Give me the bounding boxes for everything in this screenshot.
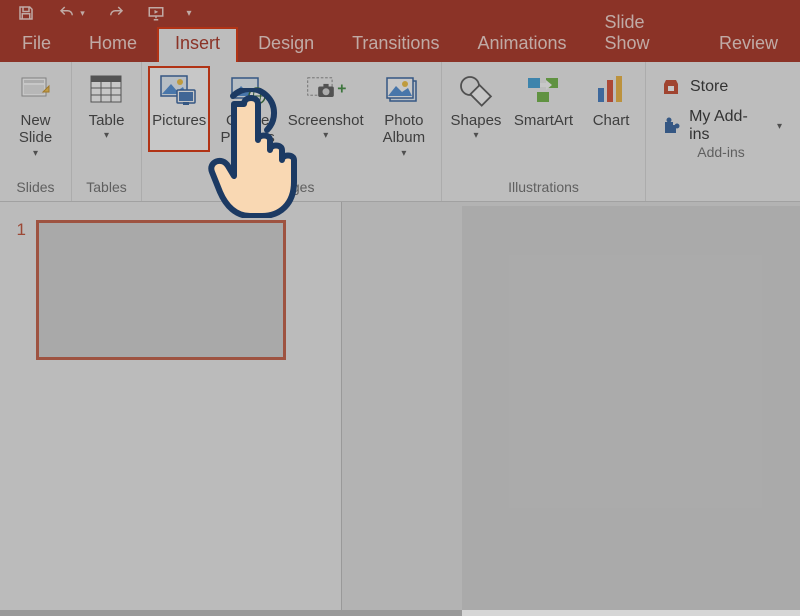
- screenshot-icon: +: [306, 70, 346, 110]
- my-addins-button[interactable]: My Add-ins ▾: [660, 108, 782, 144]
- dropdown-arrow-icon: ▾: [33, 148, 38, 160]
- group-label: Add-ins: [652, 144, 790, 166]
- button-label: My Add-ins: [689, 108, 765, 144]
- pictures-button[interactable]: Pictures: [148, 66, 210, 152]
- tab-label: Transitions: [352, 33, 439, 53]
- button-label: Store: [690, 78, 728, 96]
- group-label: Slides: [6, 179, 65, 201]
- undo-button[interactable]: ▾: [48, 1, 94, 25]
- group-label: Illustrations: [448, 179, 639, 201]
- store-button[interactable]: Store: [660, 76, 782, 98]
- addins-icon: [660, 115, 681, 137]
- group-images: Pictures OnlinePictures▾: [142, 62, 442, 201]
- pictures-icon: [159, 70, 199, 110]
- smartart-icon: [524, 70, 564, 110]
- table-icon: [87, 70, 127, 110]
- shapes-icon: [456, 70, 496, 110]
- group-addins: Store My Add-ins ▾ Add-ins: [646, 62, 796, 201]
- button-label: Shapes: [451, 112, 502, 129]
- ribbon: New Slide▾ Slides Table▾: [0, 62, 800, 202]
- slide-number: 1: [12, 220, 26, 240]
- tab-label: Review: [719, 33, 778, 53]
- button-label: Chart: [593, 112, 630, 129]
- dropdown-arrow-icon: ▾: [323, 130, 328, 142]
- tab-insert[interactable]: Insert: [157, 27, 238, 62]
- tab-label: Design: [258, 33, 314, 53]
- slide-editor-pane[interactable]: [342, 202, 800, 610]
- tab-file[interactable]: File: [4, 27, 69, 62]
- tab-transitions[interactable]: Transitions: [334, 27, 457, 62]
- dropdown-arrow-icon: ▾: [777, 121, 782, 132]
- tab-slideshow[interactable]: Slide Show: [587, 6, 699, 62]
- photo-album-icon: [384, 70, 424, 110]
- tab-label: Home: [89, 33, 137, 53]
- new-slide-icon: [16, 70, 56, 110]
- button-label: PhotoAlbum: [383, 112, 426, 147]
- workspace: 1: [0, 202, 800, 610]
- dropdown-arrow-icon: ▾: [80, 8, 85, 19]
- new-slide-button[interactable]: New Slide▾: [6, 66, 65, 159]
- button-label: New Slide: [6, 112, 65, 147]
- tab-label: Animations: [477, 33, 566, 53]
- tab-home[interactable]: Home: [71, 27, 155, 62]
- shapes-button[interactable]: Shapes▾: [448, 66, 504, 150]
- tab-animations[interactable]: Animations: [459, 27, 584, 62]
- redo-button[interactable]: [98, 1, 134, 25]
- screenshot-button[interactable]: + Screenshot▾: [285, 66, 367, 150]
- photo-album-button[interactable]: PhotoAlbum▾: [373, 66, 435, 159]
- button-label: OnlinePictures: [221, 112, 275, 147]
- group-label: Tables: [78, 179, 135, 201]
- button-label: Table: [89, 112, 125, 129]
- slide-canvas[interactable]: [462, 206, 800, 616]
- dropdown-arrow-icon: ▾: [473, 130, 478, 142]
- table-button[interactable]: Table▾: [78, 66, 135, 150]
- dropdown-arrow-icon: ▾: [401, 148, 406, 160]
- svg-text:+: +: [337, 80, 346, 97]
- tab-review[interactable]: Review: [701, 27, 796, 62]
- tab-label: Insert: [175, 33, 220, 53]
- dropdown-arrow-icon: ▾: [104, 130, 109, 142]
- slide-thumbnail-1[interactable]: 1: [12, 220, 329, 360]
- dropdown-arrow-icon: ▾: [245, 148, 250, 160]
- tab-design[interactable]: Design: [240, 27, 332, 62]
- group-slides: New Slide▾ Slides: [0, 62, 72, 201]
- chart-icon: [591, 70, 631, 110]
- start-slideshow-button[interactable]: [138, 1, 174, 25]
- button-label: Pictures: [152, 112, 206, 129]
- online-pictures-icon: [228, 70, 268, 110]
- online-pictures-button[interactable]: OnlinePictures▾: [216, 66, 278, 159]
- group-label: Images: [148, 179, 435, 201]
- dropdown-arrow-icon: ▾: [186, 8, 191, 19]
- smartart-button[interactable]: SmartArt: [510, 66, 577, 150]
- slide-thumbnail[interactable]: [36, 220, 286, 360]
- slide-thumbnail-pane[interactable]: 1: [0, 202, 342, 610]
- button-label: Screenshot: [288, 112, 364, 129]
- button-label: SmartArt: [514, 112, 573, 129]
- ribbon-tabstrip: File Home Insert Design Transitions Anim…: [0, 26, 800, 62]
- store-icon: [660, 76, 682, 98]
- group-illustrations: Shapes▾ SmartArt: [442, 62, 646, 201]
- chart-button[interactable]: Chart: [583, 66, 639, 150]
- save-button[interactable]: [8, 1, 44, 25]
- group-tables: Table▾ Tables: [72, 62, 142, 201]
- customize-qat-button[interactable]: ▾: [178, 1, 200, 25]
- tab-label: File: [22, 33, 51, 53]
- tab-label: Slide Show: [605, 12, 650, 53]
